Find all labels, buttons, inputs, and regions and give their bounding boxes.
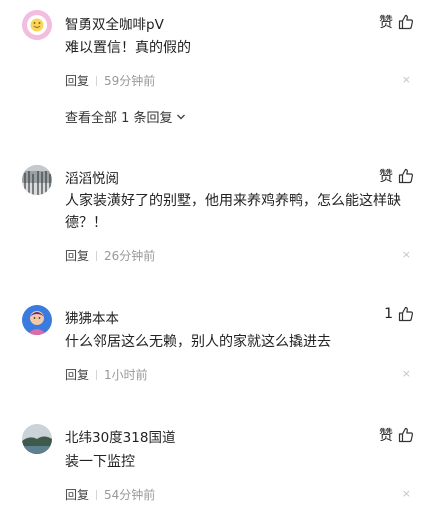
reply-button[interactable]: 回复 <box>65 72 89 89</box>
close-icon[interactable]: × <box>402 488 411 499</box>
comment-text: 装一下监控 <box>65 454 135 470</box>
comment-time: 26分钟前 <box>104 249 156 263</box>
avatar[interactable] <box>22 424 52 454</box>
avatar[interactable] <box>22 165 52 195</box>
avatar-landscape-icon <box>22 424 52 454</box>
comment-text: 什么邻居这么无赖，别人的家就这么撬进去 <box>65 334 331 350</box>
view-all-replies-label: 查看全部 1 条回复 <box>65 111 173 126</box>
avatar-cartoon-icon <box>22 305 52 335</box>
comment-time: 1小时前 <box>104 368 148 382</box>
like-label: 赞 <box>379 15 393 31</box>
comment-text: 人家装潢好了的别墅，他用来养鸡养鸭，怎么能这样缺德？！ <box>65 193 401 231</box>
like-button[interactable]: 1 <box>384 306 414 322</box>
like-label: 赞 <box>379 169 393 185</box>
comment-meta: 回复 1小时前 <box>65 366 148 383</box>
comment-username[interactable]: 狒狒本本 <box>65 307 119 327</box>
avatar-snow-forest-icon <box>22 165 52 195</box>
close-icon[interactable]: × <box>402 74 411 85</box>
divider <box>96 250 98 261</box>
view-all-replies-button[interactable]: 查看全部 1 条回复 <box>65 107 186 126</box>
avatar[interactable] <box>22 10 52 40</box>
avatar-face-icon <box>22 10 52 40</box>
divider <box>96 369 98 380</box>
like-count: 1 <box>384 306 393 322</box>
like-label: 赞 <box>379 428 393 444</box>
thumbs-up-icon <box>398 306 414 322</box>
comment-time: 59分钟前 <box>104 74 156 88</box>
like-button[interactable]: 赞 <box>379 425 414 445</box>
comment-time: 54分钟前 <box>104 488 156 502</box>
comment-text: 难以置信！真的假的 <box>65 40 191 56</box>
divider <box>96 489 98 500</box>
close-icon[interactable]: × <box>402 249 411 260</box>
like-button[interactable]: 赞 <box>379 166 414 186</box>
thumbs-up-icon <box>398 427 414 443</box>
chevron-down-icon <box>176 114 185 119</box>
reply-button[interactable]: 回复 <box>65 486 89 503</box>
close-icon[interactable]: × <box>402 368 411 379</box>
avatar[interactable] <box>22 305 52 335</box>
comment-meta: 回复 59分钟前 <box>65 72 155 89</box>
comment-username[interactable]: 智勇双全咖啡pV <box>65 13 164 33</box>
comment-meta: 回复 54分钟前 <box>65 486 155 503</box>
thumbs-up-icon <box>398 14 414 30</box>
like-button[interactable]: 赞 <box>379 12 414 32</box>
thumbs-up-icon <box>398 168 414 184</box>
divider <box>96 75 98 86</box>
reply-button[interactable]: 回复 <box>65 247 89 264</box>
comment-username[interactable]: 北纬30度318国道 <box>65 426 175 446</box>
comment-meta: 回复 26分钟前 <box>65 247 155 264</box>
reply-button[interactable]: 回复 <box>65 366 89 383</box>
comment-username[interactable]: 滔滔悦阅 <box>65 167 119 187</box>
